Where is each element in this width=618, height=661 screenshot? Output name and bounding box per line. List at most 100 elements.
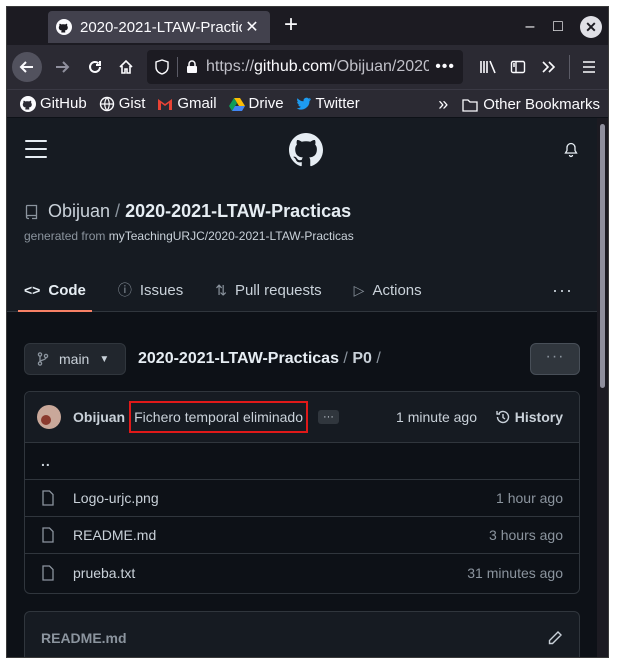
pull-request-icon: ⇅: [215, 281, 227, 298]
tab-label: Pull requests: [234, 281, 322, 299]
generated-from-note: generated from myTeachingURJC/2020-2021-…: [24, 229, 354, 243]
page-actions-icon[interactable]: •••: [435, 58, 455, 76]
tab-label: Code: [48, 281, 86, 299]
toolbar-divider: [569, 55, 570, 79]
other-bookmarks[interactable]: Other Bookmarks: [483, 96, 600, 113]
chevron-double-right-icon: [542, 61, 556, 73]
path-dir: P0: [352, 350, 372, 367]
repo-icon: [25, 204, 38, 219]
file-row[interactable]: README.md 3 hours ago: [25, 517, 579, 554]
github-logo-icon[interactable]: [289, 133, 323, 167]
generated-prefix: generated from: [24, 229, 109, 243]
file-icon: [42, 564, 54, 581]
minimize-button[interactable]: –: [519, 16, 541, 38]
drive-icon: [228, 97, 245, 111]
file-icon: [42, 527, 54, 543]
menu-hamburger-icon[interactable]: [25, 140, 47, 158]
close-window-button[interactable]: ✕: [580, 16, 602, 38]
arrow-left-icon: [19, 61, 33, 73]
app-menu-button[interactable]: [574, 52, 604, 82]
path-root-link[interactable]: 2020-2021-LTAW-Practicas: [138, 350, 339, 367]
repo-name-link[interactable]: 2020-2021-LTAW-Practicas: [125, 201, 351, 222]
back-button[interactable]: [12, 52, 42, 82]
reload-button[interactable]: [80, 52, 110, 82]
hamburger-icon: [583, 61, 595, 73]
file-age: 31 minutes ago: [467, 564, 563, 581]
overflow-menu-button[interactable]: [533, 52, 563, 82]
file-name-link[interactable]: prueba.txt: [73, 565, 135, 581]
avatar[interactable]: [37, 405, 61, 429]
file-row[interactable]: Logo-urjc.png 1 hour ago: [25, 480, 579, 517]
latest-commit-row: Obijuan Fichero temporal eliminado ··· 1…: [25, 392, 579, 443]
repo-owner-link[interactable]: Obijuan: [48, 201, 110, 222]
tab-pull-requests[interactable]: ⇅ Pull requests: [215, 268, 321, 312]
path-trailing-slash: /: [371, 350, 381, 367]
folder-icon: [462, 98, 478, 112]
parent-directory-row[interactable]: ..: [25, 443, 579, 480]
tab-actions[interactable]: ▷ Actions: [354, 268, 422, 312]
browser-window: 2020-2021-LTAW-Practicas ✕ + – □ ✕ https…: [6, 6, 609, 658]
commit-author-link[interactable]: Obijuan: [73, 409, 125, 425]
file-row[interactable]: prueba.txt 31 minutes ago: [25, 554, 579, 591]
branch-path-row: main ▼ 2020-2021-LTAW-Practicas / P0 / ·…: [24, 343, 580, 375]
bookmark-gist[interactable]: Gist: [99, 95, 146, 112]
tab-label: Actions: [372, 281, 422, 299]
bookmark-label: Gmail: [177, 95, 217, 112]
repository-title: Obijuan / 2020-2021-LTAW-Practicas: [24, 201, 351, 222]
bookmark-label: Twitter: [315, 95, 360, 112]
file-name-link[interactable]: README.md: [73, 527, 156, 543]
reload-icon: [89, 60, 101, 73]
bookmark-label: Gist: [118, 95, 146, 112]
more-options-button[interactable]: ···: [530, 343, 580, 375]
commit-time[interactable]: 1 minute ago: [396, 409, 477, 425]
commit-expand-button[interactable]: ···: [317, 410, 339, 424]
file-icon: [42, 490, 54, 506]
pencil-icon[interactable]: [547, 630, 563, 646]
bookmark-gmail[interactable]: Gmail: [157, 95, 217, 112]
file-age: 3 hours ago: [489, 527, 563, 543]
history-link[interactable]: History: [495, 409, 563, 425]
forward-button[interactable]: [47, 52, 77, 82]
maximize-button[interactable]: □: [547, 16, 569, 38]
home-button[interactable]: [111, 52, 141, 82]
url-text: https://github.com/Obijuan/2020-2021-LTA…: [206, 58, 429, 75]
file-name-link[interactable]: Logo-urjc.png: [73, 490, 159, 506]
tab-title: 2020-2021-LTAW-Practicas: [80, 18, 242, 36]
parent-directory-link[interactable]: ..: [41, 453, 51, 469]
tab-code[interactable]: <> Code: [18, 268, 92, 312]
scrollbar-thumb[interactable]: [600, 124, 605, 388]
github-header: [7, 118, 597, 182]
tab-issues[interactable]: ⓘ Issues: [118, 268, 183, 312]
home-icon: [119, 59, 133, 74]
readme-title: README.md: [41, 630, 127, 646]
history-icon: [496, 410, 509, 424]
caret-down-icon: ▼: [99, 353, 110, 365]
tabs-more-icon[interactable]: ···: [552, 280, 573, 301]
library-button[interactable]: [473, 52, 503, 82]
tab-close-icon[interactable]: ✕: [242, 17, 262, 37]
new-tab-button[interactable]: +: [279, 13, 303, 39]
gmail-icon: [158, 98, 173, 110]
bookmark-drive[interactable]: Drive: [228, 95, 284, 112]
branch-selector-button[interactable]: main ▼: [24, 343, 126, 375]
code-icon: <>: [24, 282, 41, 298]
browser-tab[interactable]: 2020-2021-LTAW-Practicas ✕: [48, 11, 270, 43]
bookmarks-toolbar: GitHub Gist Gmail Drive Twitter » Other …: [7, 89, 608, 117]
template-repo-link[interactable]: myTeachingURJC/2020-2021-LTAW-Practicas: [109, 229, 354, 243]
page-scrollbar[interactable]: [597, 118, 608, 657]
lock-icon: [187, 60, 197, 73]
commit-message-link[interactable]: Fichero temporal eliminado: [129, 401, 308, 433]
bookmark-github[interactable]: GitHub: [20, 95, 87, 112]
navigation-toolbar: https://github.com/Obijuan/2020-2021-LTA…: [7, 45, 608, 89]
repository-header: Obijuan / 2020-2021-LTAW-Practicas gener…: [7, 182, 597, 312]
file-browser: Obijuan Fichero temporal eliminado ··· 1…: [24, 391, 580, 594]
bookmarks-right: » Other Bookmarks: [438, 94, 600, 115]
bookmark-twitter[interactable]: Twitter: [296, 95, 360, 112]
bookmarks-overflow-icon[interactable]: »: [438, 94, 448, 115]
issues-icon: ⓘ: [117, 282, 132, 298]
sidebar-button[interactable]: [503, 52, 533, 82]
globe-icon: [99, 96, 114, 111]
bell-icon[interactable]: [563, 142, 579, 158]
address-bar[interactable]: https://github.com/Obijuan/2020-2021-LTA…: [147, 50, 463, 84]
file-path-breadcrumb: 2020-2021-LTAW-Practicas / P0 /: [138, 350, 381, 368]
